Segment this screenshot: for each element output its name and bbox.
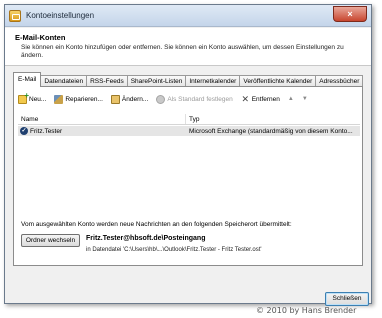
header-panel: E-Mail-Konten Sie können ein Konto hinzu… [5,28,371,66]
new-label: Neu... [29,95,47,103]
move-down-icon[interactable]: ▼ [302,96,308,102]
column-header-type[interactable]: Typ [186,114,199,124]
repair-button[interactable]: Reparieren... [54,94,103,104]
change-label: Ändern... [121,95,149,103]
account-name: Fritz.Tester [30,127,63,135]
set-default-label: Als Standard festlegen [167,95,233,103]
tab-strip: E-Mail Datendateien RSS-Feeds SharePoint… [13,72,364,87]
tab-email[interactable]: E-Mail [13,72,42,87]
account-settings-dialog: Kontoeinstellungen × E-Mail-Konten Sie k… [4,4,372,306]
delivery-folder-path: Fritz.Tester@hbsoft.de\Posteingang [86,235,206,242]
outlook-settings-icon [9,9,21,22]
new-button[interactable]: Neu... [18,91,47,104]
table-row[interactable]: ✓ Fritz.Tester Microsoft Exchange (stand… [18,126,360,136]
default-account-check-icon: ✓ [20,127,28,135]
repair-icon [54,94,64,104]
repair-label: Reparieren... [65,95,103,103]
change-icon [110,94,120,104]
set-default-icon [156,94,166,104]
delivery-location-label: Vom ausgewählten Konto werden neue Nachr… [21,221,292,228]
move-up-icon[interactable]: ▲ [288,96,294,102]
header-title: E-Mail-Konten [15,33,66,42]
remove-icon: ✕ [241,93,249,104]
remove-label: Entfernen [251,95,280,103]
header-description: Sie können ein Konto hinzufügen oder ent… [21,44,344,59]
account-type: Microsoft Exchange (standardmäßig von di… [189,127,353,135]
title-bar[interactable]: Kontoeinstellungen × [5,5,371,27]
close-button[interactable]: Schließen [325,292,369,306]
account-toolbar: Neu... Reparieren... Ändern... Als Stand… [18,91,316,106]
set-default-button[interactable]: Als Standard festlegen [156,94,233,104]
remove-button[interactable]: ✕ Entfernen [241,93,280,104]
account-name-cell: ✓ Fritz.Tester [18,127,186,135]
new-account-icon [18,91,29,104]
window-close-button[interactable]: × [333,6,367,22]
change-button[interactable]: Ändern... [110,94,149,104]
accounts-grid-header: Name Typ [18,114,360,125]
window-title: Kontoeinstellungen [26,11,95,20]
data-file-path: in Datendatei 'C:\Users\hb\...\Outlook\F… [86,247,262,253]
change-folder-button[interactable]: Ordner wechseln [21,234,80,247]
column-header-name[interactable]: Name [18,114,186,124]
copyright-watermark: © 2010 by Hans Brender [256,306,357,315]
